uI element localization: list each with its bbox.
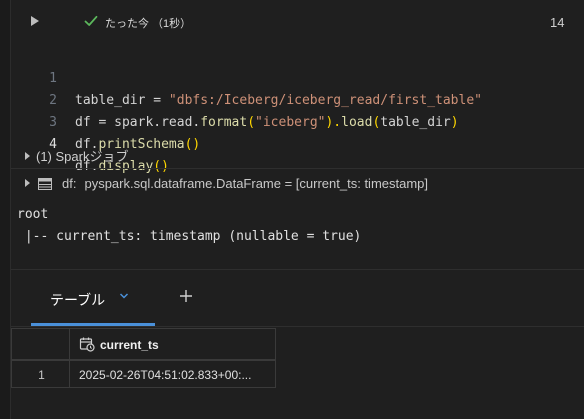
dataframe-type: pyspark.sql.dataframe.DataFrame = [curre…	[84, 176, 429, 191]
expand-arrow-icon	[25, 179, 30, 187]
cell-value: 2025-02-26T04:51:02.833+00:...	[79, 368, 252, 382]
row-index: 1	[38, 368, 45, 382]
result-tabs: テーブル	[11, 270, 584, 328]
cell-number: 14	[550, 15, 565, 30]
index-header-cell	[11, 328, 70, 360]
tab-label: テーブル	[50, 292, 106, 308]
run-cell-button[interactable]	[28, 14, 42, 28]
row-index-cell: 1	[11, 360, 70, 388]
code-line: 2 df = spark.read.format("iceberg").load…	[11, 68, 584, 130]
expand-arrow-icon	[25, 152, 30, 160]
calendar-clock-icon	[79, 337, 95, 352]
spark-jobs-toggle[interactable]: (1) Sparkジョブ	[25, 146, 128, 165]
execution-status: たった今 （1秒）	[105, 18, 192, 30]
code-line: 4 df.display()	[11, 112, 584, 174]
table-cell[interactable]: 2025-02-26T04:51:02.833+00:...	[69, 360, 276, 388]
cell-header: たった今 （1秒） 14	[11, 0, 584, 44]
chevron-down-icon[interactable]	[119, 292, 129, 300]
column-header-current-ts[interactable]: current_ts	[69, 328, 276, 360]
code-line: 3 df.printSchema()	[11, 90, 584, 152]
code-editor[interactable]: 1 table_dir = "dbfs:/Iceberg/iceberg_rea…	[11, 44, 584, 174]
column-header-label: current_ts	[100, 338, 159, 352]
tab-table[interactable]: テーブル	[31, 270, 155, 326]
code-paren: ()	[184, 137, 201, 152]
output-line: root	[17, 207, 49, 222]
cell-output: root |-- current_ts: timestamp (nullable…	[17, 204, 361, 248]
table-row: 1 2025-02-26T04:51:02.833+00:...	[11, 360, 276, 388]
dataframe-name: df:	[62, 176, 77, 191]
divider	[11, 326, 584, 327]
add-visualization-button[interactable]	[177, 288, 195, 306]
spark-jobs-label: (1) Sparkジョブ	[36, 149, 129, 164]
output-line: |-- current_ts: timestamp (nullable = tr…	[17, 229, 362, 244]
play-icon	[31, 16, 39, 26]
success-check-icon	[83, 13, 99, 29]
dataframe-schema-toggle[interactable]: df: pyspark.sql.dataframe.DataFrame = [cu…	[25, 176, 428, 191]
notebook-cell: たった今 （1秒） 14 1 table_dir = "dbfs:/Iceber…	[10, 0, 584, 419]
plus-icon	[180, 290, 192, 302]
table-icon	[38, 178, 52, 190]
divider	[11, 168, 584, 169]
code-paren: ()	[153, 159, 169, 174]
code-line: 1 table_dir = "dbfs:/Iceberg/iceberg_rea…	[11, 46, 584, 108]
table-header-row: current_ts	[11, 328, 276, 360]
